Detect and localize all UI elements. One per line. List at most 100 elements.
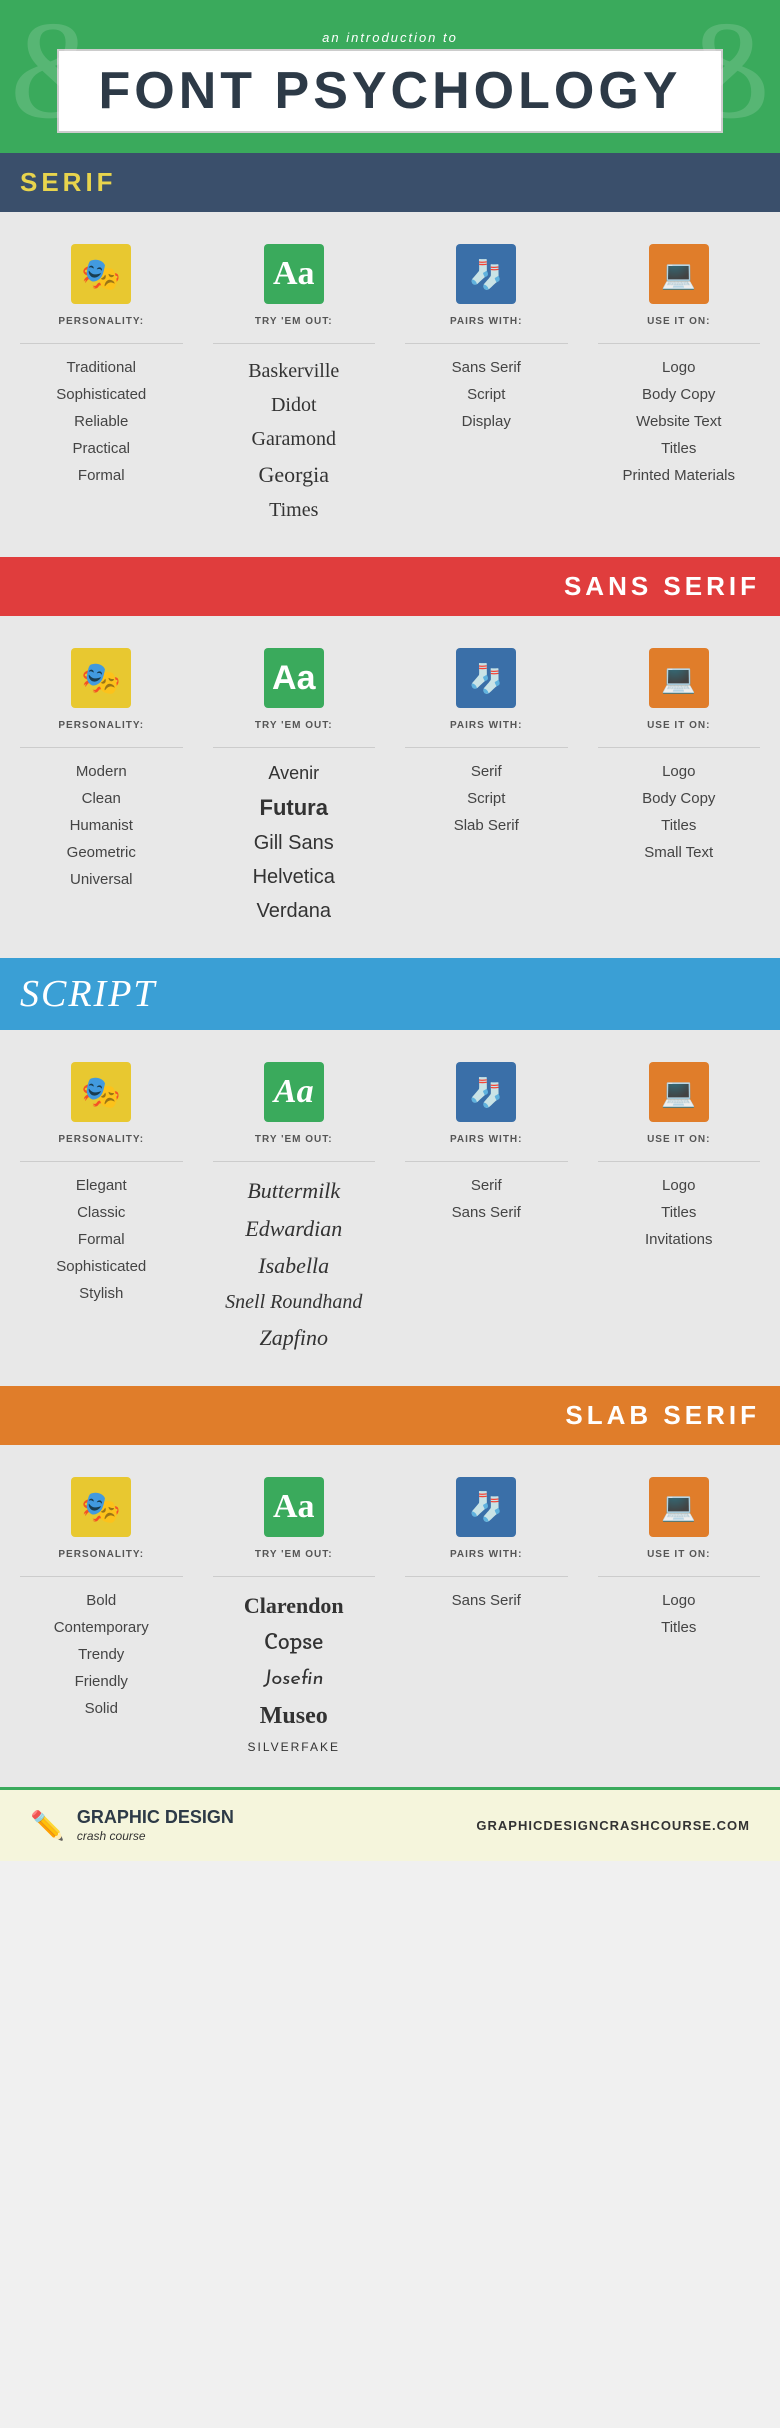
slabserif-personality-col: PERSONALITY: Bold Contemporary Trendy Fr… (10, 1465, 193, 1767)
sansserif-p2: Clean (67, 785, 136, 812)
slabserif-tryem-list: Clarendon Copse Josefin Museo SILVERFAKE (244, 1587, 344, 1757)
sansserif-font-avenir: Avenir (253, 758, 335, 789)
tryem-icon-script: Aa (262, 1060, 326, 1124)
serif-personality-list: Traditional Sophisticated Reliable Pract… (56, 354, 146, 489)
header-title: FONT PSYCHOLOGY (99, 61, 682, 121)
serif-use2: Body Copy (622, 381, 735, 408)
slabserif-p1: Bold (54, 1587, 149, 1614)
tryem-icon-serif: Aa (262, 242, 326, 306)
sansserif-tryem-list: Avenir Futura Gill Sans Helvetica Verdan… (253, 758, 335, 928)
pairs-label-serif: PAIRS WITH: (450, 316, 522, 327)
script-pairs-list: Serif Sans Serif (452, 1172, 521, 1226)
script-p5: Stylish (56, 1280, 146, 1307)
serif-useit-col: 💻 USE IT ON: Logo Body Copy Website Text… (588, 232, 771, 537)
serif-pairs-col: 🧦 PAIRS WITH: Sans Serif Script Display (395, 232, 578, 537)
footer-url: GRAPHICDESIGNCRASHCOURSE.COM (476, 1818, 750, 1833)
letter-icon-slabserif: Aa (264, 1477, 324, 1537)
script-section-content: PERSONALITY: Elegant Classic Formal Soph… (0, 1030, 780, 1386)
slabserif-section-header: SLAB SERIF (0, 1386, 780, 1445)
divider-sansserif-useit (598, 747, 761, 748)
sansserif-pairs-list: Serif Script Slab Serif (454, 758, 519, 839)
divider-slabserif-pairs (405, 1576, 568, 1577)
letter-icon-script: Aa (264, 1062, 324, 1122)
serif-pair2: Script (452, 381, 521, 408)
sansserif-font-verdana: Verdana (253, 894, 335, 928)
divider-serif-personality (20, 343, 183, 344)
sansserif-use3: Titles (642, 812, 715, 839)
slabserif-useit-col: 💻 USE IT ON: Logo Titles (588, 1465, 771, 1767)
slabserif-font-clarendon: Clarendon (244, 1587, 344, 1624)
script-font-edwardian: Edwardian (225, 1210, 362, 1247)
pairs-icon-sansserif: 🧦 (454, 646, 518, 710)
slabserif-font-museo: Museo (244, 1696, 344, 1737)
socks-icon-sansserif: 🧦 (456, 648, 516, 708)
serif-font-didot: Didot (248, 388, 339, 422)
script-use3: Invitations (645, 1226, 713, 1253)
script-font-zapfino: Zapfino (225, 1319, 362, 1356)
deco-ampersand-right: & (661, 0, 770, 151)
sansserif-font-gillsans: Gill Sans (253, 826, 335, 860)
computer-icon-sansserif: 💻 (649, 648, 709, 708)
script-useit-col: 💻 USE IT ON: Logo Titles Invitations (588, 1050, 771, 1366)
serif-p2: Sophisticated (56, 381, 146, 408)
sansserif-personality-col: PERSONALITY: Modern Clean Humanist Geome… (10, 636, 193, 938)
letter-icon-serif: Aa (264, 244, 324, 304)
personality-label-serif: PERSONALITY: (58, 316, 144, 327)
slabserif-pair1: Sans Serif (452, 1587, 521, 1614)
computer-icon-script: 💻 (649, 1062, 709, 1122)
sansserif-p4: Geometric (67, 839, 136, 866)
sansserif-section-header: SANS SERIF (0, 557, 780, 616)
computer-icon-slabserif: 💻 (649, 1477, 709, 1537)
sansserif-use1: Logo (642, 758, 715, 785)
slabserif-use2: Titles (661, 1614, 696, 1641)
divider-script-useit (598, 1161, 761, 1162)
useit-icon-slabserif: 💻 (647, 1475, 711, 1539)
serif-tryem-col: Aa TRY 'EM OUT: Baskerville Didot Garamo… (203, 232, 386, 537)
sansserif-section-content: PERSONALITY: Modern Clean Humanist Geome… (0, 616, 780, 958)
page-footer: ✏️ GRAPHIC DESIGN crash course GRAPHICDE… (0, 1787, 780, 1861)
script-font-isabella: Isabella (225, 1247, 362, 1284)
footer-brand-sub: crash course (77, 1829, 146, 1843)
divider-sansserif-pairs (405, 747, 568, 748)
sansserif-font-helvetica: Helvetica (253, 860, 335, 894)
useit-icon-serif: 💻 (647, 242, 711, 306)
footer-brand-name: GRAPHIC DESIGN (77, 1807, 234, 1827)
sansserif-p1: Modern (67, 758, 136, 785)
slabserif-personality-list: Bold Contemporary Trendy Friendly Solid (54, 1587, 149, 1722)
footer-brand-text: GRAPHIC DESIGN crash course (77, 1806, 234, 1845)
useit-label-script: USE IT ON: (647, 1134, 710, 1145)
script-use1: Logo (645, 1172, 713, 1199)
personality-icon-slabserif (69, 1475, 133, 1539)
divider-sansserif-personality (20, 747, 183, 748)
mask-icon-serif (71, 244, 131, 304)
sansserif-useit-col: 💻 USE IT ON: Logo Body Copy Titles Small… (588, 636, 771, 938)
tryem-label-sansserif: TRY 'EM OUT: (255, 720, 333, 731)
slabserif-tryem-col: Aa TRY 'EM OUT: Clarendon Copse Josefin … (203, 1465, 386, 1767)
sansserif-pair3: Slab Serif (454, 812, 519, 839)
divider-script-tryem (213, 1161, 376, 1162)
mask-icon-sansserif (71, 648, 131, 708)
serif-font-times: Times (248, 493, 339, 527)
pencil-icon: ✏️ (30, 1809, 65, 1842)
serif-use4: Titles (622, 435, 735, 462)
slabserif-use-list: Logo Titles (661, 1587, 696, 1641)
serif-use3: Website Text (622, 408, 735, 435)
divider-slabserif-tryem (213, 1576, 376, 1577)
divider-serif-useit (598, 343, 761, 344)
letter-icon-sansserif: Aa (264, 648, 324, 708)
script-use-list: Logo Titles Invitations (645, 1172, 713, 1253)
serif-font-baskerville: Baskerville (248, 354, 339, 388)
slabserif-font-copse: Copse (244, 1624, 344, 1661)
slabserif-p3: Trendy (54, 1641, 149, 1668)
script-section-header: script (0, 958, 780, 1030)
script-use2: Titles (645, 1199, 713, 1226)
serif-use1: Logo (622, 354, 735, 381)
personality-label-script: PERSONALITY: (58, 1134, 144, 1145)
tryem-icon-slabserif: Aa (262, 1475, 326, 1539)
tryem-label-script: TRY 'EM OUT: (255, 1134, 333, 1145)
serif-section-header: SERIF (0, 153, 780, 212)
computer-icon-serif: 💻 (649, 244, 709, 304)
pairs-label-slabserif: PAIRS WITH: (450, 1549, 522, 1560)
header-subtitle: an introduction to (20, 30, 760, 45)
useit-icon-sansserif: 💻 (647, 646, 711, 710)
